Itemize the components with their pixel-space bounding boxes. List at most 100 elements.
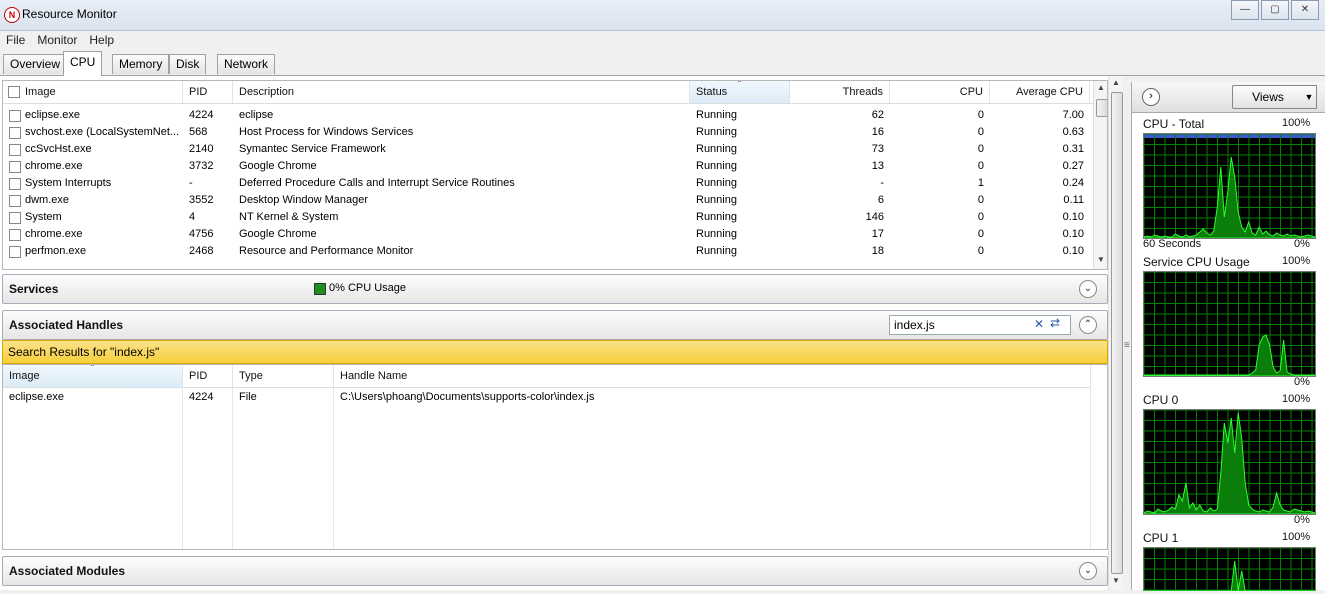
- table-row[interactable]: chrome.exe 3732 Google Chrome Running 13 0 0.2…: [3, 158, 1091, 175]
- scroll-down-icon[interactable]: ▼: [1097, 255, 1105, 264]
- col-pid[interactable]: PID: [183, 81, 233, 103]
- cell-cpu: 0: [977, 228, 984, 240]
- handles-sort-arrow-icon: ⌃: [89, 364, 96, 372]
- processes-rows: eclipse.exe 4224 eclipse Running 62 0 7.00 svch…: [3, 107, 1093, 267]
- cell-image: svchost.exe (LocalSystemNet...: [25, 126, 180, 138]
- cell-desc: Resource and Performance Monitor: [239, 245, 414, 257]
- menu-file[interactable]: File: [0, 31, 31, 49]
- cell-avg: 0.10: [1062, 228, 1084, 240]
- processes-scroll-thumb[interactable]: [1096, 99, 1107, 117]
- cell-cpu: 1: [977, 177, 984, 189]
- modules-expand-button[interactable]: ⌄: [1079, 562, 1097, 580]
- cell-avg: 7.00: [1062, 109, 1084, 121]
- modules-title: Associated Modules: [9, 564, 126, 578]
- table-row[interactable]: eclipse.exe 4224 File C:\Users\phoang\Docum…: [3, 389, 1091, 406]
- tab-network[interactable]: Network: [217, 54, 276, 74]
- minimize-button[interactable]: —: [1231, 0, 1259, 20]
- cell-avg: 0.24: [1062, 177, 1084, 189]
- cell-avg: 0.11: [1063, 194, 1084, 206]
- menu-monitor[interactable]: Monitor: [31, 31, 83, 49]
- tab-cpu[interactable]: CPU: [63, 51, 103, 76]
- cpu-usage-indicator-icon: [314, 283, 326, 295]
- table-row[interactable]: perfmon.exe 2468 Resource and Performance …: [3, 243, 1091, 260]
- cell-avg: 0.27: [1062, 160, 1084, 172]
- col-handle-pid[interactable]: PID: [183, 365, 233, 387]
- cell-image: System Interrupts: [25, 177, 112, 189]
- clear-search-icon[interactable]: ✕: [1034, 317, 1044, 331]
- cell-avg: 0.10: [1062, 245, 1084, 257]
- cell-cpu: 0: [977, 194, 984, 206]
- tab-overview[interactable]: Overview: [3, 54, 68, 74]
- close-button[interactable]: ✕: [1291, 0, 1319, 20]
- col-average-cpu[interactable]: Average CPU: [990, 81, 1090, 103]
- processes-scrollbar[interactable]: ▲ ▼: [1093, 81, 1107, 269]
- select-all-checkbox[interactable]: [8, 86, 20, 98]
- col-handle-image-label: Image: [9, 370, 40, 382]
- col-image[interactable]: Image: [3, 81, 183, 103]
- cell-desc: Host Process for Windows Services: [239, 126, 414, 138]
- services-header[interactable]: Services 0% CPU Usage ⌄: [2, 274, 1108, 304]
- cell-status: Running: [696, 245, 737, 257]
- expand-pane-icon[interactable]: ›: [1142, 88, 1160, 106]
- cell-type: File: [239, 391, 257, 403]
- scroll-up-icon[interactable]: ▲: [1097, 83, 1105, 92]
- cell-cpu: 0: [977, 143, 984, 155]
- graph-cpu-total-min: 0%: [1294, 238, 1310, 250]
- col-description[interactable]: Description: [233, 81, 690, 103]
- cell-pid: 568: [189, 126, 208, 138]
- cell-desc: NT Kernel & System: [239, 211, 339, 223]
- table-row[interactable]: dwm.exe 3552 Desktop Window Manager Running…: [3, 192, 1091, 209]
- main-scrollbar[interactable]: ▲ ▼: [1108, 76, 1123, 590]
- window-title: Resource Monitor: [22, 7, 117, 21]
- handles-collapse-button[interactable]: ⌃: [1079, 316, 1097, 334]
- table-row[interactable]: svchost.exe (LocalSystemNet... 568 Host Pr…: [3, 124, 1091, 141]
- col-handle-type[interactable]: Type: [233, 365, 334, 387]
- cell-desc: Desktop Window Manager: [239, 194, 369, 206]
- graph-cpu-total-max: 100%: [1282, 117, 1311, 129]
- table-row[interactable]: chrome.exe 4756 Google Chrome Running 17 0 0.1…: [3, 226, 1091, 243]
- table-row[interactable]: ccSvcHst.exe 2140 Symantec Service Framewo…: [3, 141, 1091, 158]
- search-results-bar: Search Results for "index.js": [2, 340, 1108, 364]
- refresh-search-icon[interactable]: ⇄: [1050, 316, 1060, 330]
- table-row[interactable]: System 4 NT Kernel & System Running 146 0 0.10: [3, 209, 1091, 226]
- cell-image: ccSvcHst.exe: [25, 143, 92, 155]
- graphs-toolbar: › Views ▼: [1132, 82, 1325, 113]
- tab-disk[interactable]: Disk: [169, 54, 207, 74]
- graph-service-cpu-min: 0%: [1294, 376, 1310, 388]
- menu-help[interactable]: Help: [83, 31, 120, 49]
- cell-threads: 18: [871, 245, 884, 257]
- tab-memory[interactable]: Memory: [112, 54, 170, 74]
- cell-threads: 13: [871, 160, 884, 172]
- processes-header: Image PID Description Status ⌃ Threads C…: [3, 81, 1093, 104]
- maximize-button[interactable]: ▢: [1261, 0, 1289, 20]
- cell-cpu: 0: [977, 211, 984, 223]
- col-threads[interactable]: Threads: [790, 81, 890, 103]
- col-handle-image[interactable]: Image ⌃: [3, 365, 183, 387]
- cell-pid: 4756: [189, 228, 214, 240]
- handles-search-input[interactable]: index.js: [894, 318, 935, 332]
- views-button[interactable]: Views: [1232, 85, 1304, 109]
- title-bar: N Resource Monitor — ▢ ✕: [0, 0, 1325, 31]
- cell-status: Running: [696, 126, 737, 138]
- col-cpu[interactable]: CPU: [890, 81, 990, 103]
- col-handle-name[interactable]: Handle Name: [334, 365, 1091, 387]
- table-row[interactable]: eclipse.exe 4224 eclipse Running 62 0 7.00: [3, 107, 1091, 124]
- splitter-grip-icon[interactable]: ≡: [1124, 340, 1130, 351]
- table-row[interactable]: System Interrupts - Deferred Procedure Cal…: [3, 175, 1091, 192]
- cpu1-chart: [1143, 547, 1315, 592]
- modules-header[interactable]: Associated Modules ⌄: [2, 556, 1108, 586]
- main-scroll-down-icon[interactable]: ▼: [1112, 576, 1120, 585]
- cell-status: Running: [696, 160, 737, 172]
- graph-service-cpu: [1143, 271, 1316, 377]
- cell-desc: Google Chrome: [239, 160, 317, 172]
- handles-search-box[interactable]: index.js ✕ ⇄: [889, 315, 1071, 335]
- services-expand-button[interactable]: ⌄: [1079, 280, 1097, 298]
- col-image-label: Image: [25, 86, 56, 98]
- main-scroll-up-icon[interactable]: ▲: [1112, 78, 1120, 87]
- resource-monitor-icon: N: [4, 7, 20, 23]
- views-dropdown-icon[interactable]: ▼: [1302, 85, 1317, 109]
- main-scroll-thumb[interactable]: [1111, 92, 1123, 574]
- col-status[interactable]: Status ⌃: [690, 81, 790, 103]
- cell-threads: 17: [871, 228, 884, 240]
- cell-pid: 2468: [189, 245, 214, 257]
